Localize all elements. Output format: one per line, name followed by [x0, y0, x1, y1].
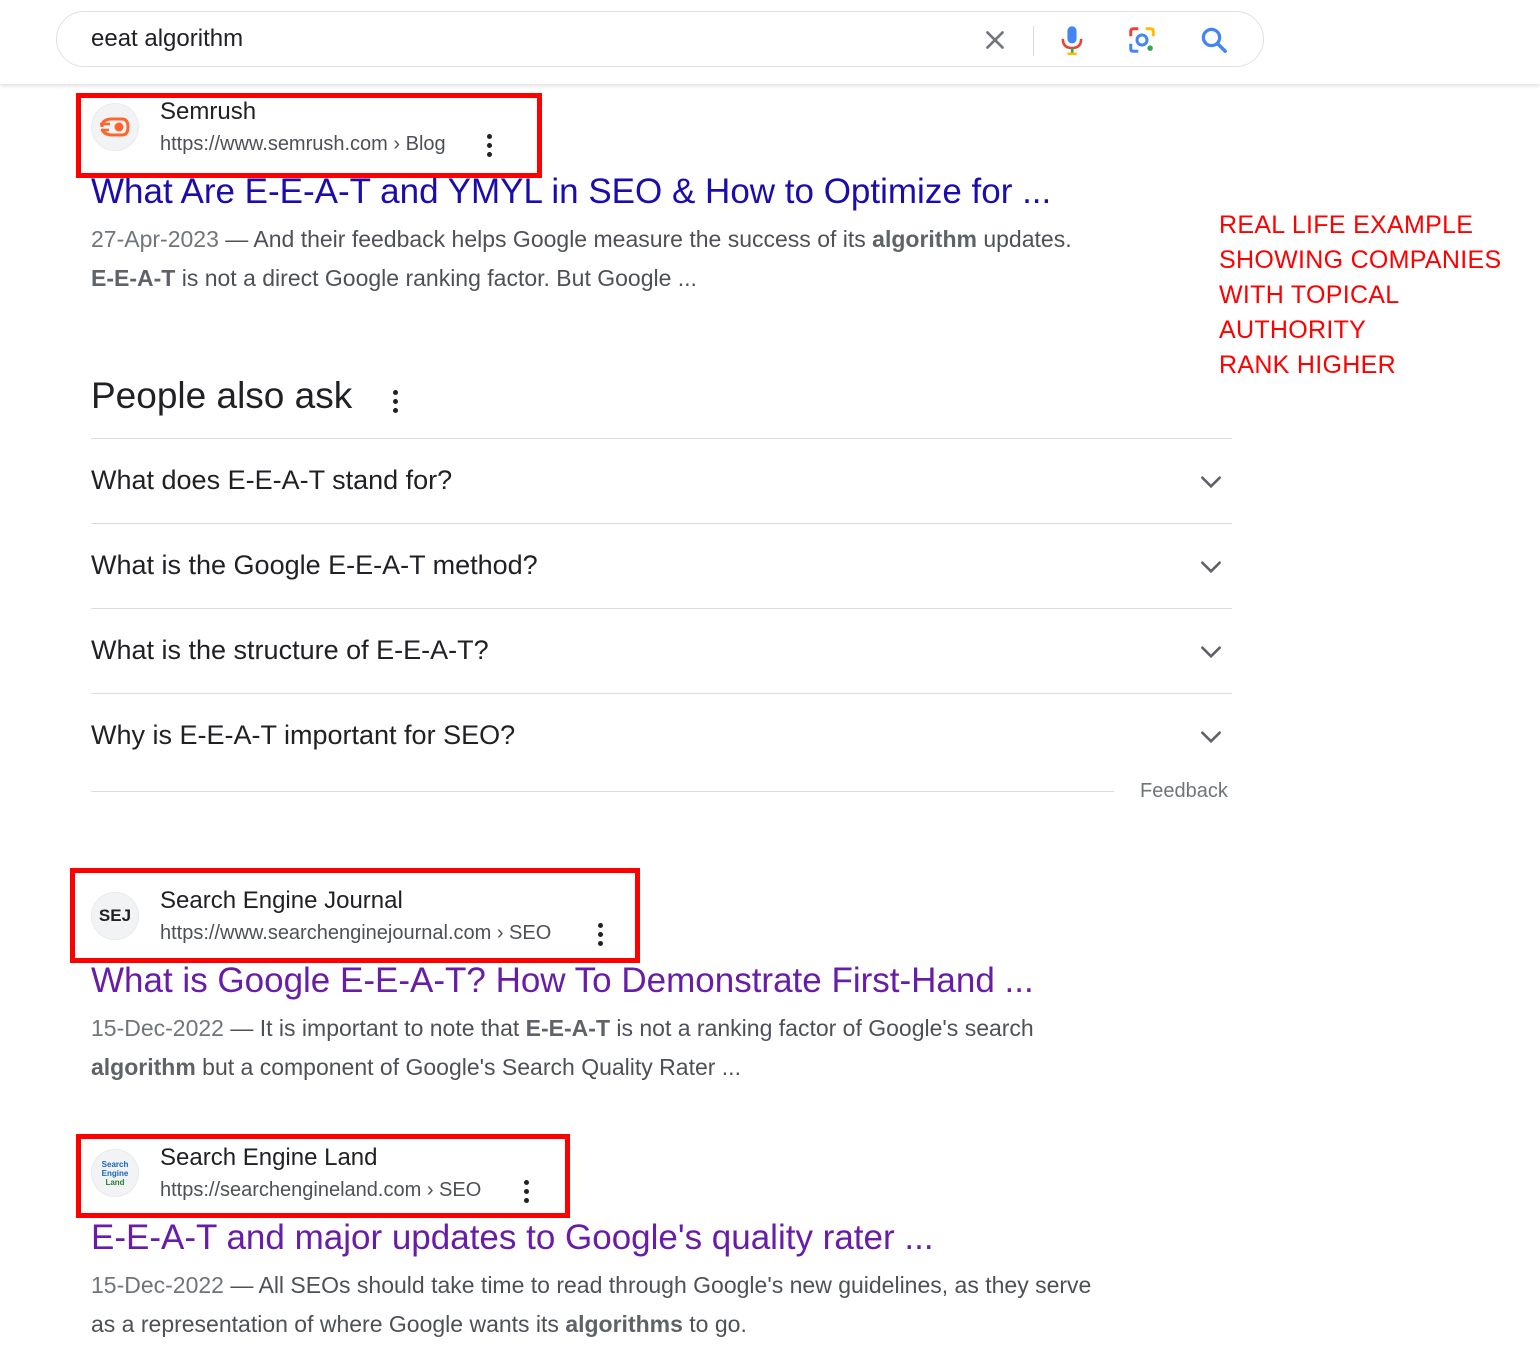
chevron-down-icon — [1201, 646, 1221, 659]
result-site-name: Semrush — [160, 98, 257, 125]
paa-question[interactable]: What is the Google E-E-A-T method? — [91, 523, 1232, 608]
search-input[interactable] — [91, 12, 951, 66]
result-title-link[interactable]: What Are E-E-A-T and YMYL in SEO & How t… — [91, 172, 1051, 212]
result-site-name: Search Engine Land — [160, 1144, 378, 1171]
search-icon[interactable] — [1196, 22, 1232, 58]
red-annotation-text: REAL LIFE EXAMPLE SHOWING COMPANIES WITH… — [1219, 211, 1502, 379]
sej-logo-icon: SEJ — [91, 892, 139, 940]
result-url: https://www.searchenginejournal.com › SE… — [160, 922, 552, 944]
result-title-link[interactable]: E-E-A-T and major updates to Google's qu… — [91, 1218, 934, 1258]
lens-icon[interactable] — [1124, 22, 1160, 58]
search-header — [0, 0, 1540, 84]
people-also-ask-list: What does E-E-A-T stand for? What is the… — [91, 438, 1232, 778]
paa-question[interactable]: What does E-E-A-T stand for? — [91, 438, 1232, 523]
paa-question[interactable]: Why is E-E-A-T important for SEO? — [91, 693, 1232, 778]
paa-question[interactable]: What is the structure of E-E-A-T? — [91, 608, 1232, 693]
chevron-down-icon — [1201, 731, 1221, 744]
result-url: https://searchengineland.com › SEO — [160, 1179, 482, 1201]
result-snippet: 27-Apr-2023 — And their feedback helps G… — [91, 226, 1072, 291]
result-site-name: Search Engine Journal — [160, 887, 403, 914]
result-date: 15-Dec-2022 — [91, 1015, 224, 1041]
more-options-icon[interactable] — [516, 1178, 536, 1204]
sel-logo-icon: Search Engine Land — [91, 1149, 139, 1197]
search-box[interactable] — [56, 11, 1264, 67]
more-options-icon[interactable] — [479, 132, 499, 158]
result-date: 15-Dec-2022 — [91, 1272, 224, 1298]
paa-divider — [91, 791, 1114, 792]
semrush-logo-icon — [91, 103, 139, 151]
search-divider — [1033, 26, 1034, 56]
result-title-link[interactable]: What is Google E-E-A-T? How To Demonstra… — [91, 961, 1034, 1001]
close-icon[interactable] — [977, 22, 1013, 58]
result-date: 27-Apr-2023 — [91, 226, 219, 252]
feedback-link[interactable]: Feedback — [1140, 780, 1228, 803]
result-url: https://www.semrush.com › Blog — [160, 133, 446, 155]
mic-icon[interactable] — [1054, 22, 1090, 58]
highlight-box-sej — [70, 868, 640, 963]
more-options-icon[interactable] — [590, 921, 610, 947]
result-snippet: 15-Dec-2022 — It is important to note th… — [91, 1015, 1034, 1080]
chevron-down-icon — [1201, 561, 1221, 574]
result-snippet: 15-Dec-2022 — All SEOs should take time … — [91, 1272, 1092, 1337]
paa-more-options-icon[interactable] — [385, 386, 405, 416]
chevron-down-icon — [1201, 476, 1221, 489]
people-also-ask-title: People also ask — [91, 375, 353, 416]
